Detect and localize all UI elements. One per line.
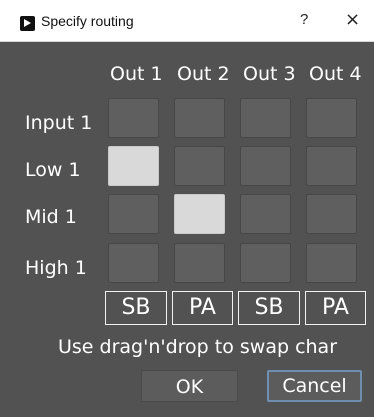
routing-cell[interactable] [240, 98, 291, 138]
window-title: Specify routing [41, 13, 134, 29]
output-label-1[interactable]: SB [105, 291, 167, 325]
routing-cell[interactable] [108, 194, 159, 234]
routing-cell[interactable] [306, 194, 357, 234]
row-label-input-1: Input 1 [25, 112, 93, 134]
row-label-high-1: High 1 [25, 257, 87, 279]
cancel-button[interactable]: Cancel [267, 370, 362, 402]
row-label-low-1: Low 1 [25, 159, 81, 181]
app-icon [20, 16, 35, 31]
routing-cell[interactable] [174, 243, 225, 283]
routing-cell[interactable] [240, 146, 291, 186]
routing-cell[interactable] [174, 194, 225, 234]
routing-cell[interactable] [174, 98, 225, 138]
routing-cell[interactable] [108, 243, 159, 283]
routing-cell[interactable] [240, 243, 291, 283]
output-label-3[interactable]: SB [238, 291, 300, 325]
routing-cell[interactable] [174, 146, 225, 186]
routing-cell[interactable] [306, 98, 357, 138]
output-label-2[interactable]: PA [172, 291, 233, 325]
column-header-out-2: Out 2 [177, 63, 230, 85]
routing-cell[interactable] [108, 98, 159, 138]
output-label-4[interactable]: PA [305, 291, 366, 325]
ok-button[interactable]: OK [141, 370, 238, 402]
close-icon[interactable]: × [345, 9, 360, 30]
routing-cell[interactable] [306, 146, 357, 186]
routing-cell[interactable] [306, 243, 357, 283]
drag-drop-hint: Use drag'n'drop to swap char [58, 336, 338, 358]
column-header-out-4: Out 4 [309, 63, 362, 85]
column-header-out-1: Out 1 [110, 63, 163, 85]
help-button[interactable]: ? [300, 11, 308, 28]
routing-cell[interactable] [240, 194, 291, 234]
routing-dialog: Specify routing ? × Out 1 Out 2 Out 3 Ou… [0, 0, 374, 417]
title-bar: Specify routing ? × [0, 0, 374, 42]
row-label-mid-1: Mid 1 [25, 206, 77, 228]
routing-cell[interactable] [108, 146, 159, 186]
column-header-out-3: Out 3 [243, 63, 296, 85]
